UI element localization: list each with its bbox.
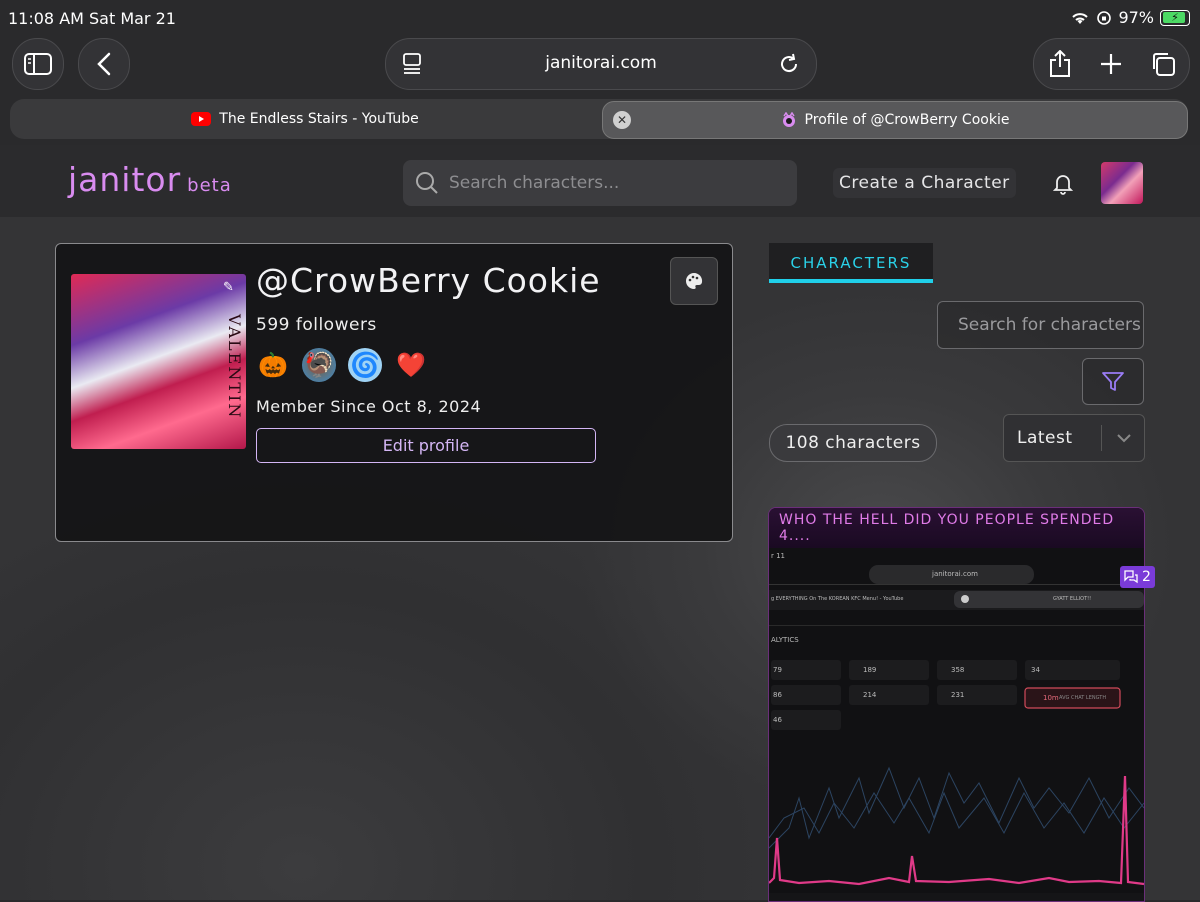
tab-label: Profile of @CrowBerry Cookie [804, 112, 1010, 128]
profile-handle: @CrowBerry Cookie [256, 261, 601, 300]
shot-section: ALYTICS [771, 636, 799, 644]
share-icon[interactable] [1048, 50, 1072, 78]
character-search[interactable] [937, 301, 1150, 349]
status-time: 11:08 AM [8, 9, 84, 28]
logo-text: janitor [68, 160, 182, 199]
status-bar: 11:08 AM Sat Mar 21 97% ⚡ [0, 0, 1200, 38]
character-card-title: WHO THE HELL DID YOU PEOPLE SPENDED 4...… [769, 508, 1144, 548]
wifi-icon [1072, 12, 1089, 24]
logo-beta: beta [187, 175, 232, 196]
new-tab-icon[interactable] [1099, 52, 1123, 76]
back-button[interactable] [78, 38, 130, 90]
tab-profile[interactable]: ✕ Profile of @CrowBerry Cookie [602, 101, 1188, 139]
member-since: Member Since Oct 8, 2024 [256, 397, 482, 416]
turkey-badge-icon[interactable]: 🦃 [302, 348, 336, 382]
shot-host: janitorai.com [932, 570, 978, 578]
badge-row: 🎃 🦃 🌀 ❤️ [256, 348, 428, 382]
shot-highlight-caption: AVG CHAT LENGTH [1059, 695, 1107, 701]
battery-percent: 97% [1118, 8, 1154, 27]
youtube-icon [191, 112, 212, 126]
shot-stat: 214 [863, 691, 877, 699]
shot-stat: 79 [773, 666, 782, 674]
swirl-cat-badge-icon[interactable]: 🌀 [348, 348, 382, 382]
shot-stat: 231 [951, 691, 965, 699]
chat-count: 2 [1142, 569, 1151, 585]
shot-date: r 11 [771, 552, 786, 560]
pumpkin-badge-icon[interactable]: 🎃 [256, 348, 290, 382]
sidebar-toggle-button[interactable] [12, 38, 64, 90]
site-search[interactable] [403, 160, 797, 206]
close-tab-icon[interactable]: ✕ [613, 111, 631, 129]
theme-palette-button[interactable] [670, 257, 718, 305]
chevron-down-icon [1117, 434, 1131, 443]
tab-bar: The Endless Stairs - YouTube ✕ Profile o… [10, 99, 1188, 139]
shot-tab-right: GYATT ELLIOT!! [1053, 596, 1092, 602]
sort-divider [1101, 425, 1102, 451]
site-header: janitorbeta Create a Character [0, 145, 1200, 217]
chat-count-badge: 2 [1120, 566, 1155, 588]
browser-actions [1033, 38, 1190, 90]
search-icon [416, 172, 438, 194]
shot-stat: 86 [773, 691, 782, 699]
url-host: janitorai.com [545, 53, 657, 73]
shot-tab-left: g EVERYTHING On The KOREAN KFC Menu! - Y… [771, 596, 904, 602]
chat-icon [1124, 570, 1138, 584]
tab-label: The Endless Stairs - YouTube [219, 111, 419, 127]
sort-select[interactable]: Latest [1003, 414, 1145, 462]
search-input[interactable] [447, 172, 771, 194]
edit-avatar-icon[interactable]: ✎ [223, 280, 241, 298]
sidebar-icon [24, 53, 52, 75]
shot-stat: 189 [863, 666, 877, 674]
palette-icon [686, 272, 703, 289]
heart-badge-icon[interactable]: ❤️ [394, 348, 428, 382]
followers-count[interactable]: 599 followers [256, 315, 377, 335]
orientation-lock-icon [1097, 10, 1112, 25]
status-date: Sat Mar 21 [89, 9, 176, 28]
tabs-overview-icon[interactable] [1150, 51, 1176, 77]
chevron-left-icon [97, 52, 111, 76]
edit-profile-button[interactable]: Edit profile [256, 428, 596, 463]
character-search-input[interactable] [956, 302, 1150, 348]
shot-stat: 46 [773, 716, 782, 724]
tab-characters[interactable]: CHARACTERS [769, 243, 933, 283]
shot-stat: 10m [1043, 694, 1059, 702]
create-character-button[interactable]: Create a Character [833, 168, 1016, 198]
janitor-favicon-icon [782, 112, 795, 127]
site-logo[interactable]: janitor beta [68, 160, 232, 199]
profile-card: ✎ VALENTIN @CrowBerry Cookie 599 followe… [55, 243, 733, 542]
address-bar[interactable]: janitorai.com [385, 38, 817, 90]
status-right: 97% ⚡ [1070, 8, 1190, 27]
tab-active-indicator [769, 279, 933, 283]
sort-value: Latest [1017, 428, 1073, 448]
shot-stat: 34 [1031, 666, 1040, 674]
user-avatar[interactable] [1101, 162, 1143, 204]
profile-avatar: ✎ VALENTIN [71, 274, 246, 449]
battery-icon: ⚡ [1160, 9, 1190, 26]
filter-button[interactable] [1082, 358, 1144, 405]
character-card-image: r 11 janitorai.com g EVERYTHING On The K… [769, 548, 1144, 901]
bell-icon[interactable] [1053, 173, 1073, 195]
avatar-art-text: VALENTIN [225, 314, 244, 420]
reload-icon[interactable] [778, 53, 800, 75]
character-count: 108 characters [769, 424, 937, 462]
character-card[interactable]: WHO THE HELL DID YOU PEOPLE SPENDED 4...… [768, 507, 1145, 902]
filter-icon [1102, 371, 1124, 391]
tab-youtube[interactable]: The Endless Stairs - YouTube [10, 99, 600, 139]
shot-stat: 358 [951, 666, 965, 674]
